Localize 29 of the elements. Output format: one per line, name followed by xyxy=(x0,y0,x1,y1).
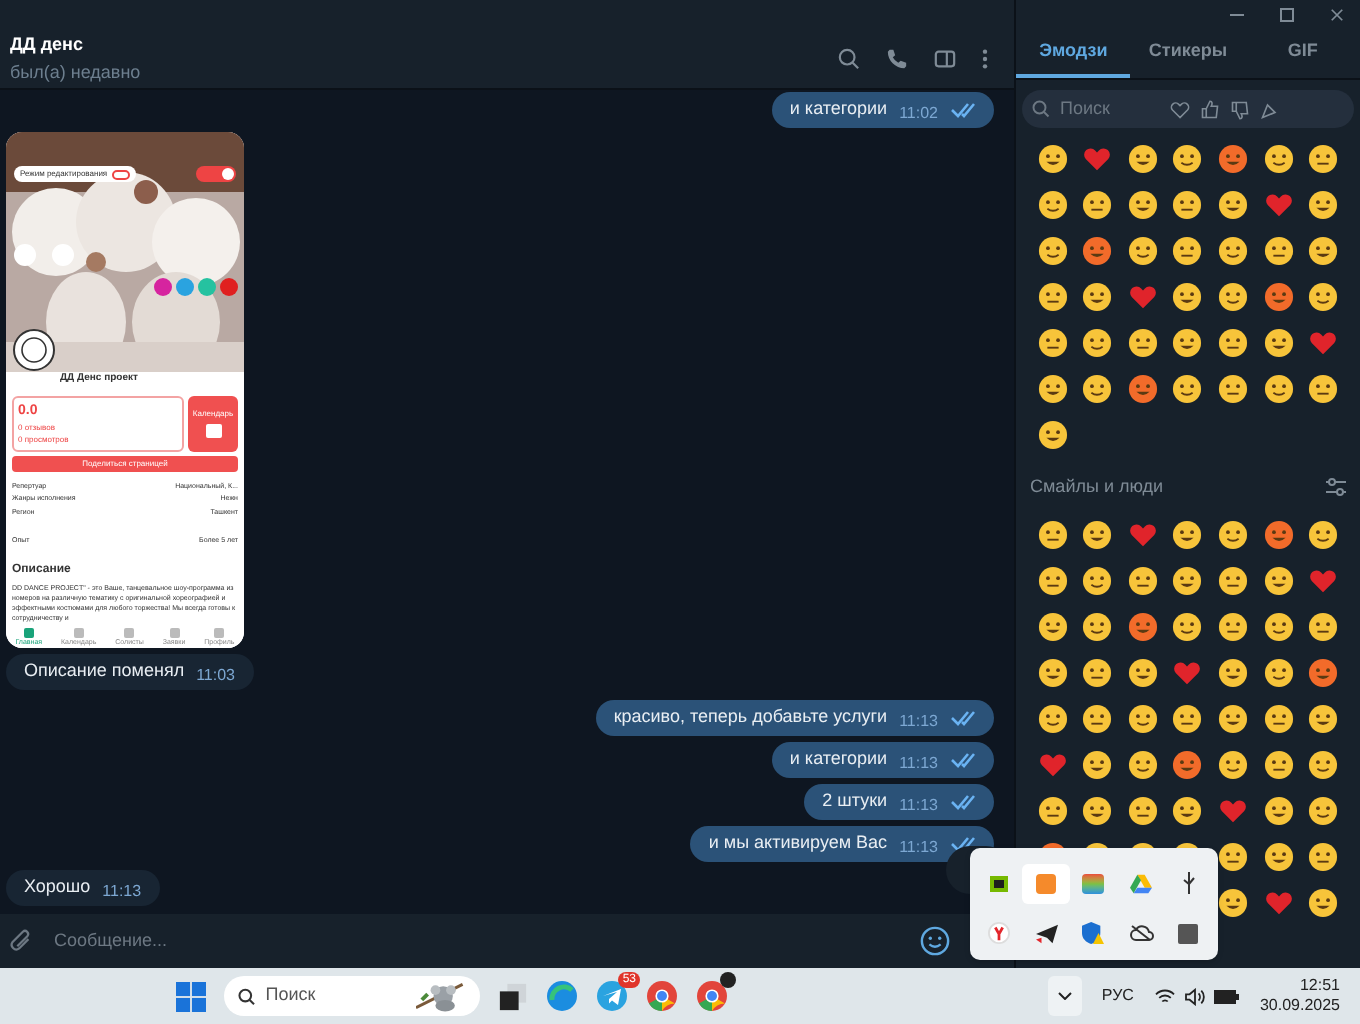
message-text: Описание поменял xyxy=(24,658,185,685)
emoji-search-input[interactable]: Поиск xyxy=(1060,95,1160,123)
message-time: 11:13 xyxy=(899,709,938,733)
message-time: 11:13 xyxy=(899,751,938,775)
clock-time[interactable]: 12:51 xyxy=(1299,976,1340,996)
message-input[interactable]: Сообщение... xyxy=(54,927,900,955)
message-composer[interactable]: Сообщение... xyxy=(0,914,1014,968)
section-title: Смайлы и люди xyxy=(1030,474,1164,500)
emoji-search-field[interactable]: Поиск xyxy=(1022,90,1354,128)
message-time: 11:03 xyxy=(196,663,236,687)
message-text: и категории xyxy=(789,96,888,123)
panel-tab[interactable]: GIF xyxy=(1245,30,1360,78)
taskbar-search-field[interactable]: Поиск xyxy=(224,976,480,1016)
panel-tab[interactable]: Стикеры xyxy=(1130,30,1246,78)
message-time: 11:13 xyxy=(102,879,142,903)
clock-date[interactable]: 30.09.2025 xyxy=(1259,996,1340,1016)
chat-title: ДД денс xyxy=(10,32,85,58)
chat-status: был(а) недавно xyxy=(10,59,143,86)
message-time: 11:02 xyxy=(899,101,938,125)
message-text: 2 штуки xyxy=(822,788,888,815)
message-text: красиво, теперь добавьте услуги xyxy=(613,704,888,731)
message-text: и категории xyxy=(789,746,888,773)
panel-tab[interactable]: Эмодзи xyxy=(1016,30,1131,78)
message-text: и мы активируем Вас xyxy=(708,830,888,857)
language-indicator[interactable]: РУС xyxy=(1101,984,1134,1008)
message-time: 11:13 xyxy=(899,835,938,859)
message-text: Хорошо xyxy=(24,874,91,901)
message-time: 11:13 xyxy=(899,793,938,817)
taskbar-search-input[interactable]: Поиск xyxy=(265,982,406,1010)
